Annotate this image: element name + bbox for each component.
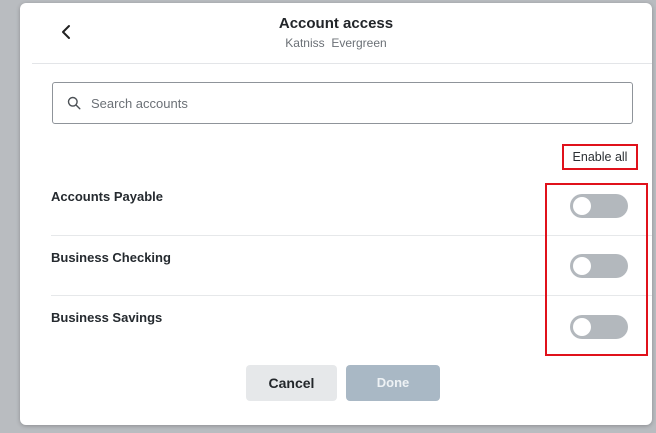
- account-label: Business Savings: [51, 310, 163, 325]
- toggle-knob: [573, 318, 591, 336]
- account-label: Accounts Payable: [51, 189, 163, 204]
- search-icon: [67, 96, 81, 110]
- toggle-accounts-payable[interactable]: [570, 194, 628, 218]
- header-divider: [32, 63, 652, 64]
- cancel-button[interactable]: Cancel: [246, 365, 337, 401]
- toggle-business-savings[interactable]: [570, 315, 628, 339]
- search-input[interactable]: [91, 91, 611, 115]
- toggle-knob: [573, 197, 591, 215]
- done-button[interactable]: Done: [346, 365, 440, 401]
- dialog-subtitle: Katniss Evergreen: [285, 36, 387, 50]
- account-label: Business Checking: [51, 250, 171, 265]
- toggle-knob: [573, 257, 591, 275]
- toggle-business-checking[interactable]: [570, 254, 628, 278]
- enable-all-button[interactable]: Enable all: [562, 144, 638, 170]
- account-access-dialog: Account access Katniss Evergreen Enable …: [20, 3, 652, 425]
- dialog-title: Account access: [278, 15, 394, 32]
- search-box[interactable]: [52, 82, 633, 124]
